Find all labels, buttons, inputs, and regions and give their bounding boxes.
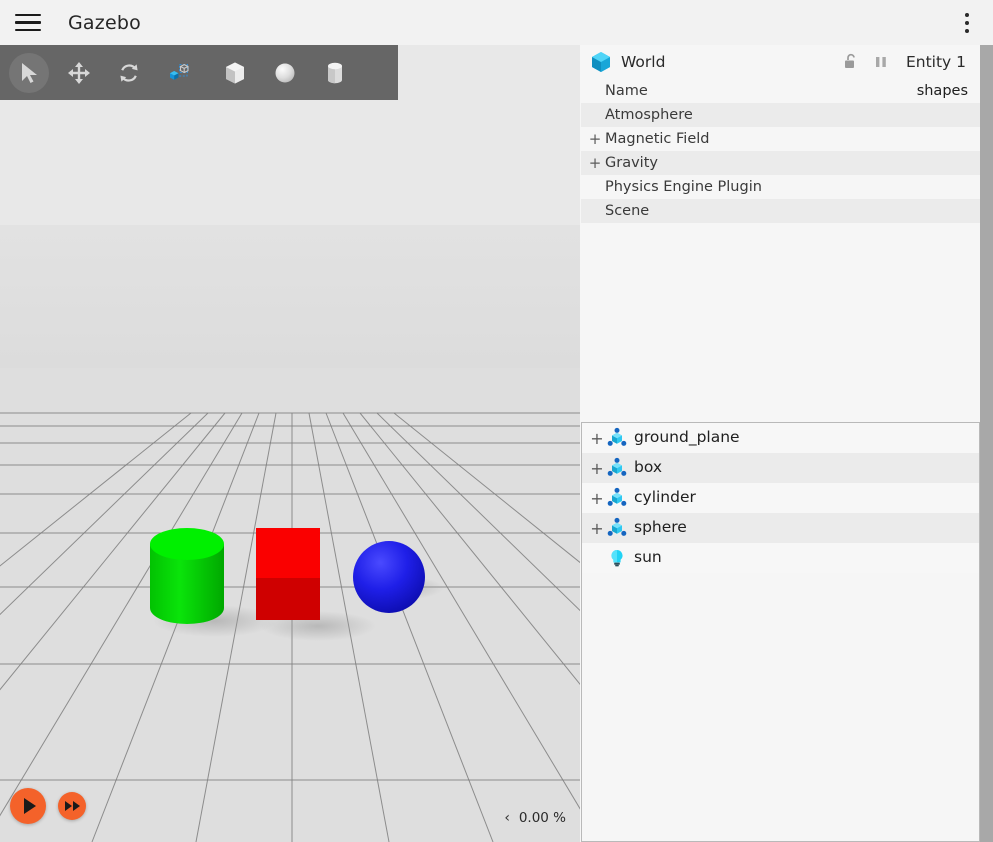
world-cube-icon xyxy=(592,52,610,72)
property-label: Scene xyxy=(605,203,650,219)
tree-item-label: sphere xyxy=(634,518,687,537)
scale-cube-icon xyxy=(170,63,189,80)
play-icon xyxy=(24,798,36,814)
property-row-magnetic-field[interactable]: + Magnetic Field xyxy=(581,127,980,151)
entity-id-label: Entity 1 xyxy=(905,53,966,71)
unlocked-padlock-icon[interactable] xyxy=(836,47,866,77)
step-forward-button[interactable] xyxy=(58,792,86,820)
inspector-title: World xyxy=(621,53,666,71)
transform-tool-button[interactable] xyxy=(154,51,204,95)
model-node-icon xyxy=(606,487,628,509)
transform-toolbar xyxy=(0,45,398,100)
property-label: Gravity xyxy=(605,155,658,171)
scene-object-box[interactable] xyxy=(256,528,320,620)
spawn-box-button[interactable] xyxy=(210,51,260,95)
tree-item-box[interactable]: + box xyxy=(582,453,979,483)
select-tool-button[interactable] xyxy=(4,51,54,95)
pause-icon[interactable] xyxy=(866,47,896,77)
scene-object-sphere[interactable] xyxy=(353,541,425,613)
render-viewport[interactable]: ‹ 0.00 % xyxy=(0,45,580,842)
scene-shapes-svg[interactable] xyxy=(0,368,580,842)
tree-expander[interactable]: + xyxy=(590,519,604,538)
property-row-gravity[interactable]: + Gravity xyxy=(581,151,980,175)
status-bar: ‹ 0.00 % xyxy=(504,810,580,826)
ground-plane-grid xyxy=(0,368,580,842)
property-label: Name xyxy=(605,83,648,99)
model-node-icon xyxy=(606,427,628,449)
ground-far-band xyxy=(0,225,580,368)
property-expander[interactable]: + xyxy=(587,154,603,172)
panel-scrollbar[interactable] xyxy=(980,45,993,842)
rotate-tool-button[interactable] xyxy=(104,51,154,95)
inspector-header: World Entity 1 xyxy=(581,45,980,79)
collapse-stats-icon[interactable]: ‹ xyxy=(504,811,510,825)
tree-item-sphere[interactable]: + sphere xyxy=(582,513,979,543)
real-time-factor-value: 0.00 % xyxy=(518,810,566,826)
spawn-cylinder-button[interactable] xyxy=(310,51,360,95)
property-label: Physics Engine Plugin xyxy=(605,179,762,195)
tree-item-sun[interactable]: sun xyxy=(582,543,979,573)
kebab-menu-icon[interactable] xyxy=(947,0,987,45)
play-button[interactable] xyxy=(10,788,46,824)
move-arrows-icon xyxy=(68,61,90,84)
property-row-name[interactable]: Name shapes xyxy=(581,79,980,103)
property-expander[interactable]: + xyxy=(587,130,603,148)
model-node-icon xyxy=(606,517,628,539)
property-value: shapes xyxy=(916,83,968,99)
right-panel: World Entity 1 Name shapes Atmosphere + … xyxy=(580,45,993,842)
tree-expander[interactable]: + xyxy=(590,429,604,448)
tree-item-ground_plane[interactable]: + ground_plane xyxy=(582,423,979,453)
model-node-icon xyxy=(606,457,628,479)
tree-item-label: cylinder xyxy=(634,488,696,507)
rotate-arrows-icon xyxy=(120,63,138,82)
playback-controls xyxy=(10,788,86,824)
entity-tree: + ground_plane + box + cylinder + sphere… xyxy=(581,422,980,842)
title-bar: Gazebo xyxy=(0,0,993,45)
property-row-scene[interactable]: Scene xyxy=(581,199,980,223)
tree-expander[interactable]: + xyxy=(590,489,604,508)
translate-tool-button[interactable] xyxy=(54,51,104,95)
tree-item-label: box xyxy=(634,458,663,477)
hamburger-icon[interactable] xyxy=(6,0,50,45)
page-title: Gazebo xyxy=(68,11,141,34)
tree-item-label: sun xyxy=(634,548,662,567)
light-bulb-icon xyxy=(606,547,628,569)
tree-item-cylinder[interactable]: + cylinder xyxy=(582,483,979,513)
scene-object-cylinder[interactable] xyxy=(150,528,224,624)
property-label: Atmosphere xyxy=(605,107,693,123)
cylinder-shape-icon xyxy=(328,62,342,83)
cursor-arrow-icon xyxy=(22,62,37,83)
tree-expander[interactable]: + xyxy=(590,459,604,478)
tree-item-label: ground_plane xyxy=(634,428,740,447)
property-label: Magnetic Field xyxy=(605,131,710,147)
spawn-sphere-button[interactable] xyxy=(260,51,310,95)
property-row-physics-engine-plugin[interactable]: Physics Engine Plugin xyxy=(581,175,980,199)
component-inspector: World Entity 1 Name shapes Atmosphere + … xyxy=(581,45,980,417)
sphere-shape-icon xyxy=(275,63,295,82)
property-row-atmosphere[interactable]: Atmosphere xyxy=(581,103,980,127)
step-forward-icon xyxy=(65,801,80,811)
box-shape-icon xyxy=(226,62,244,83)
gazebo-window: Gazebo ‹ 0.00 % World Entity 1 Name shap… xyxy=(0,0,993,842)
